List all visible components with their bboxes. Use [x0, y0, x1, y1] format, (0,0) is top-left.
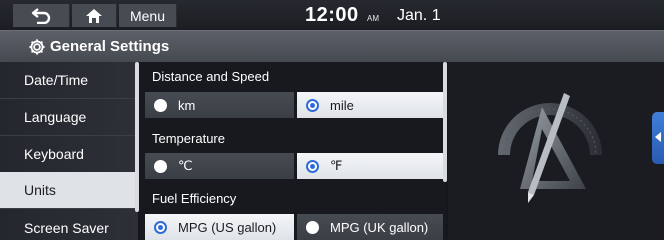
menu-item-label: Keyboard [24, 146, 84, 162]
gear-icon [29, 39, 45, 55]
radio-selected-icon [154, 220, 167, 234]
side-panel-tab[interactable] [652, 112, 664, 164]
menu-label: Menu [129, 7, 166, 24]
radio-icon [154, 159, 167, 173]
menu-item-language[interactable]: Language [0, 99, 136, 136]
status-bar: Menu 12:00 AM Jan. 1 [0, 0, 664, 30]
section-title-distance: Distance and Speed [152, 69, 270, 84]
clock-time: 12:00 [305, 4, 359, 26]
title-bar: General Settings [0, 30, 664, 62]
ruler-protractor-icon [498, 93, 602, 203]
option-label: MPG (US gallon) [178, 219, 277, 235]
back-button[interactable] [13, 4, 70, 27]
section-title-temperature: Temperature [152, 131, 225, 146]
option-label: MPG (UK gallon) [330, 219, 429, 235]
menu-scrollbar[interactable] [135, 62, 139, 212]
home-button[interactable] [72, 4, 117, 27]
menu-item-label: Date/Time [24, 72, 89, 88]
menu-item-label: Language [24, 109, 87, 125]
panel-scrollbar[interactable] [443, 62, 447, 182]
section-title-fuel: Fuel Efficiency [152, 191, 237, 206]
menu-item-keyboard[interactable]: Keyboard [0, 136, 136, 173]
option-km[interactable]: km [145, 92, 294, 118]
menu-button[interactable]: Menu [119, 4, 177, 27]
radio-icon [154, 98, 167, 112]
chevron-left-icon [655, 132, 661, 142]
page-title: General Settings [50, 38, 170, 55]
option-mpg-uk[interactable]: MPG (UK gallon) [297, 214, 443, 240]
option-fahrenheit[interactable]: ℉ [297, 153, 443, 179]
menu-item-label: Screen Saver [24, 219, 109, 236]
option-mile[interactable]: mile [297, 92, 443, 118]
option-mpg-us[interactable]: MPG (US gallon) [145, 214, 294, 240]
menu-item-screen-saver[interactable]: Screen Saver [0, 209, 136, 240]
menu-item-date-time[interactable]: Date/Time [0, 62, 136, 99]
back-arrow-icon [31, 7, 51, 24]
clock-date: Jan. 1 [397, 7, 441, 24]
menu-item-units[interactable]: Units [0, 172, 136, 209]
option-label: ℃ [178, 158, 193, 173]
option-celsius[interactable]: ℃ [145, 153, 294, 179]
radio-selected-icon [306, 159, 319, 173]
radio-icon [306, 220, 319, 234]
option-label: km [178, 97, 196, 113]
option-label: ℉ [330, 158, 343, 173]
clock-ampm: AM [367, 14, 379, 23]
home-icon [86, 8, 102, 23]
radio-selected-icon [306, 98, 319, 112]
menu-item-label: Units [24, 182, 56, 198]
option-label: mile [330, 97, 354, 113]
